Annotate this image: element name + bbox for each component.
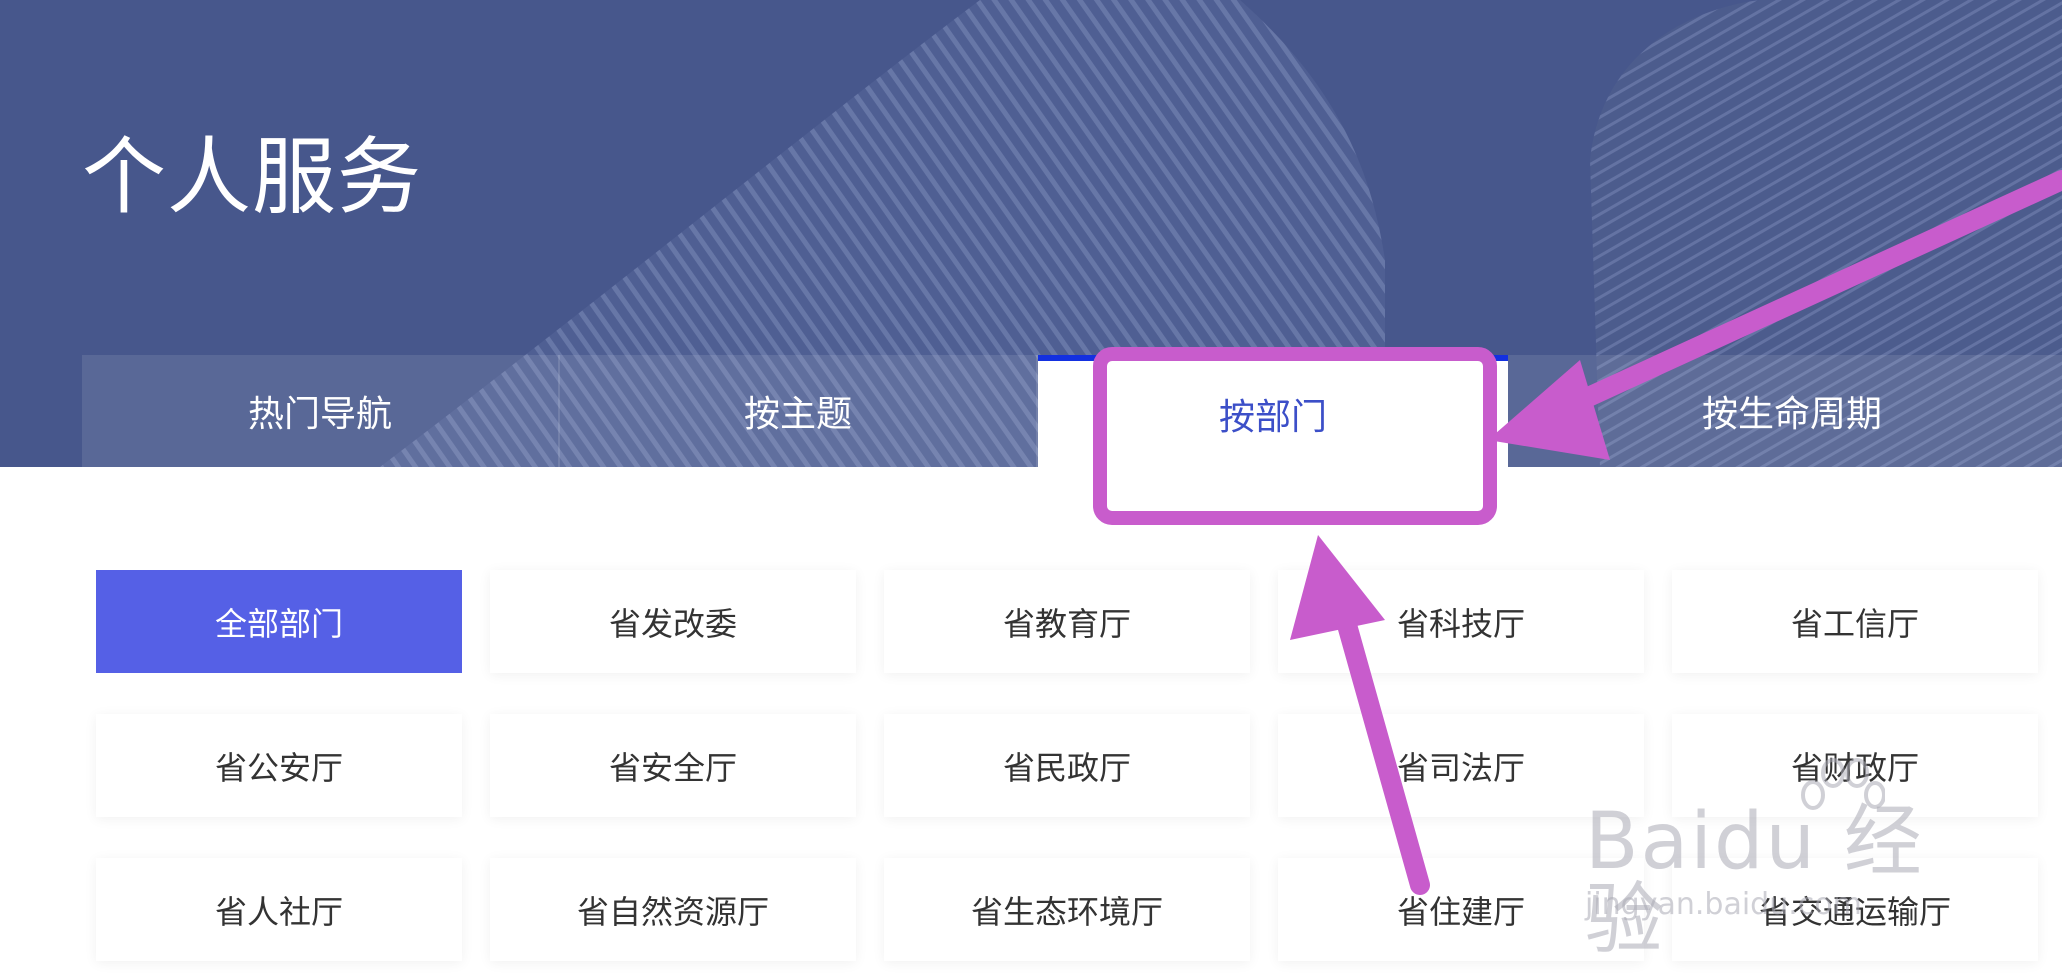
department-item[interactable]: 省生态环境厅 [884, 858, 1250, 961]
department-item[interactable]: 省发改委 [490, 570, 856, 673]
department-item[interactable]: 省民政厅 [884, 714, 1250, 817]
department-item[interactable]: 省自然资源厅 [490, 858, 856, 961]
department-item[interactable]: 省财政厅 [1672, 714, 2038, 817]
page-title: 个人服务 [82, 128, 423, 226]
tab-by-department[interactable]: 按部门 [1038, 355, 1508, 467]
department-item[interactable]: 省公安厅 [96, 714, 462, 817]
category-tabs: 热门导航 按主题 按部门 按生命周期 [82, 355, 2062, 467]
tab-by-life-cycle[interactable]: 按生命周期 [1508, 355, 2062, 467]
department-item[interactable]: 省人社厅 [96, 858, 462, 961]
department-item[interactable]: 省教育厅 [884, 570, 1250, 673]
department-item[interactable]: 省工信厅 [1672, 570, 2038, 673]
tab-by-topic[interactable]: 按主题 [560, 355, 1038, 467]
department-item[interactable]: 省司法厅 [1278, 714, 1644, 817]
department-item[interactable]: 省交通运输厅 [1672, 858, 2038, 961]
department-item[interactable]: 省科技厅 [1278, 570, 1644, 673]
tab-hot-navigation[interactable]: 热门导航 [82, 355, 560, 467]
department-item-all[interactable]: 全部部门 [96, 570, 462, 673]
department-item[interactable]: 省住建厅 [1278, 858, 1644, 961]
department-item[interactable]: 省安全厅 [490, 714, 856, 817]
